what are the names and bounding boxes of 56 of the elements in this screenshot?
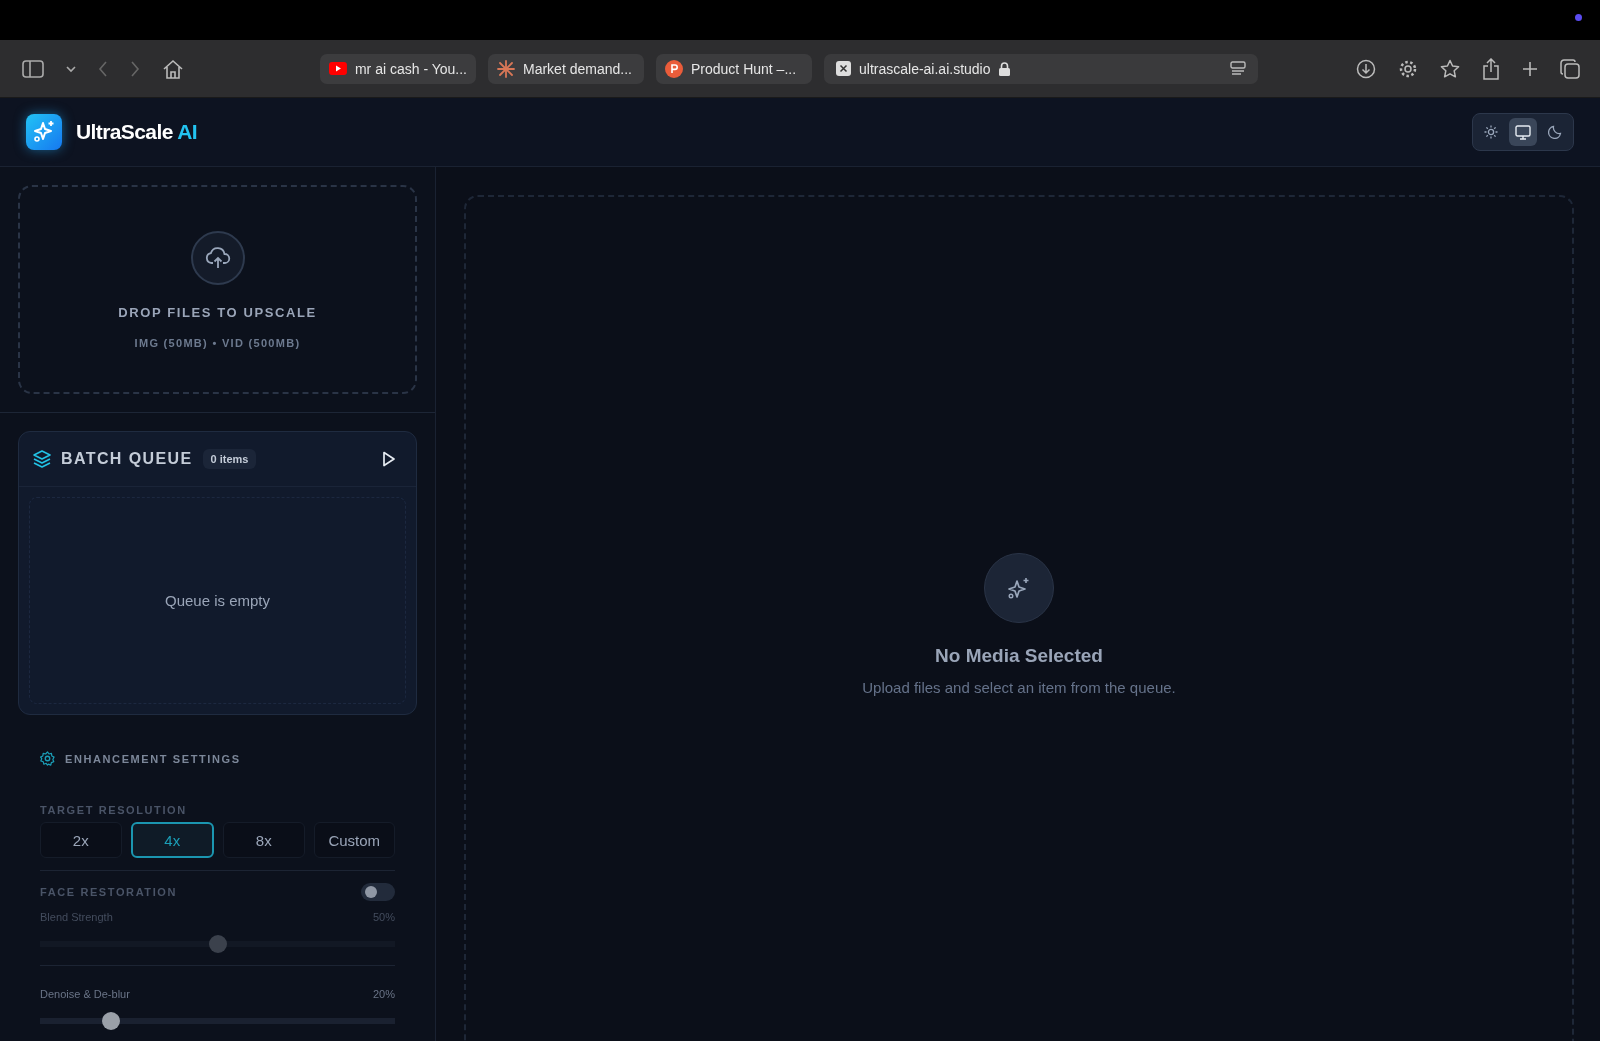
sun-icon xyxy=(1484,125,1498,139)
toggle-switch[interactable] xyxy=(361,883,395,901)
burst-icon xyxy=(497,59,515,78)
item-count-badge: 0 items xyxy=(202,449,257,469)
close-icon xyxy=(836,61,851,76)
browser-tab[interactable]: Product Hunt –... xyxy=(656,53,812,84)
moon-icon xyxy=(1548,125,1562,139)
drop-zone-hint: IMG (50MB) • VID (500MB) xyxy=(134,336,301,349)
share-icon[interactable] xyxy=(1482,57,1500,80)
section-label: TARGET RESOLUTION xyxy=(40,804,188,816)
circle-icon xyxy=(665,59,683,78)
resolution-option[interactable]: 2x xyxy=(40,822,122,858)
reader-icon[interactable] xyxy=(1230,60,1246,77)
status-dot xyxy=(1575,14,1582,21)
resolution-option[interactable]: Custom xyxy=(313,822,395,858)
drop-zone[interactable]: DROP FILES TO UPSCALE IMG (50MB) • VID (500MB) xyxy=(18,185,417,394)
layers-icon xyxy=(33,450,51,468)
drop-zone-title: DROP FILES TO UPSCALE xyxy=(118,304,317,320)
browser-tab[interactable]: ultrascale-ai.ai.studio xyxy=(824,53,1258,84)
chevron-down-icon[interactable] xyxy=(66,64,76,73)
slider-value: 50% xyxy=(372,911,395,923)
tab-title: ultrascale-ai.ai.studio xyxy=(859,60,991,77)
tab-title: Market demand... xyxy=(523,60,632,77)
settings-icon[interactable] xyxy=(1398,58,1418,79)
home-icon[interactable] xyxy=(162,58,184,79)
lock-icon xyxy=(998,61,1010,76)
tab-title: mr ai cash - You... xyxy=(354,60,467,77)
play-icon xyxy=(329,62,347,75)
plus-icon[interactable] xyxy=(1522,60,1538,77)
settings-title: ENHANCEMENT SETTINGS xyxy=(65,752,241,765)
tab-title: Product Hunt –... xyxy=(691,60,797,77)
resolution-option[interactable]: 4x xyxy=(130,822,214,858)
star-icon[interactable] xyxy=(1440,58,1460,79)
monitor-icon xyxy=(1515,124,1531,140)
empty-state-message: Upload files and select an item from the queue. xyxy=(862,679,1176,696)
download-icon[interactable] xyxy=(1356,58,1376,79)
sidebar-icon[interactable] xyxy=(22,59,44,78)
empty-message: Queue is empty xyxy=(164,592,271,609)
gear-icon xyxy=(40,751,55,766)
browser-tab[interactable]: mr ai cash - You... xyxy=(320,53,476,84)
empty-state-title: No Media Selected xyxy=(935,645,1103,667)
slider-label: Denoise & De-blur xyxy=(40,988,130,1000)
play-icon[interactable] xyxy=(382,451,396,467)
slider-value: 20% xyxy=(372,988,395,1000)
theme-button[interactable] xyxy=(1509,118,1537,146)
tabs-overview-icon[interactable] xyxy=(1560,58,1580,79)
slider-label: Blend Strength xyxy=(40,911,113,923)
sparkle-logo-icon xyxy=(26,114,62,150)
slider-thumb[interactable] xyxy=(102,1012,120,1030)
resolution-option[interactable]: 8x xyxy=(223,822,305,858)
app-title: UltraScale AI xyxy=(76,120,197,144)
cloud-upload-icon xyxy=(204,245,231,270)
browser-tab[interactable]: Market demand... xyxy=(488,53,644,84)
queue-title: BATCH QUEUE xyxy=(61,450,193,468)
sparkle-icon xyxy=(1006,575,1032,601)
section-label: FACE RESTORATION xyxy=(40,886,178,898)
